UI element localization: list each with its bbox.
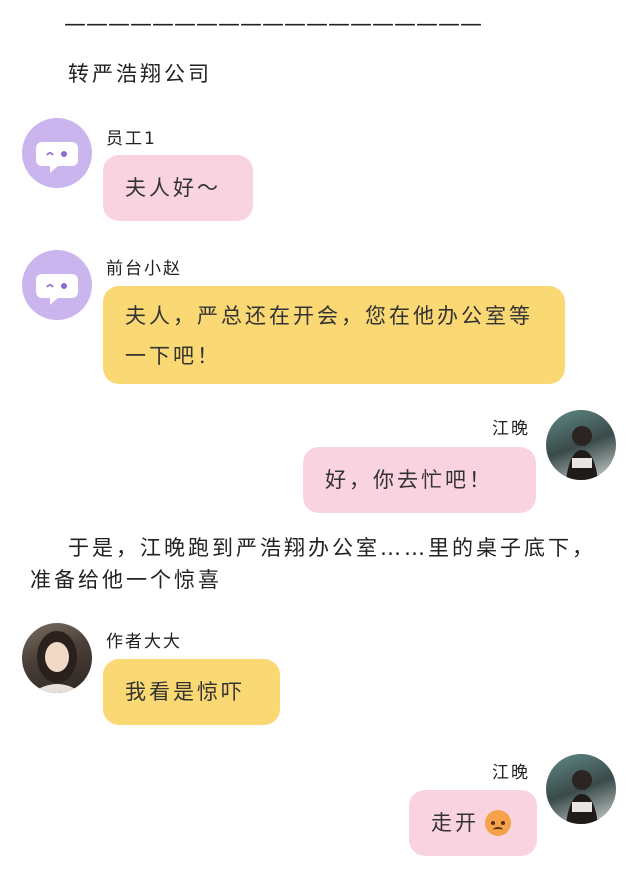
avatar[interactable] xyxy=(546,410,616,480)
message-bubble[interactable]: 夫人，严总还在开会，您在他办公室等一下吧！ xyxy=(103,286,565,384)
message-text: 夫人好～ xyxy=(125,176,221,200)
message-bubble[interactable]: 我看是惊吓 xyxy=(103,659,280,725)
sender-name: 作者大大 xyxy=(106,632,182,652)
chat-bubble-icon xyxy=(36,274,78,305)
user-photo-icon xyxy=(32,631,82,693)
sender-name: 前台小赵 xyxy=(106,259,182,279)
avatar[interactable] xyxy=(22,623,92,693)
message-text: 好，你去忙吧！ xyxy=(325,468,493,492)
user-photo-icon xyxy=(566,426,598,480)
sender-name: 江晚 xyxy=(492,419,530,439)
sender-name: 员工1 xyxy=(106,129,157,149)
message-bubble[interactable]: 走开 xyxy=(409,790,537,856)
page-title: 转严浩翔公司 xyxy=(68,62,212,86)
message-bubble[interactable]: 夫人好～ xyxy=(103,155,253,221)
narration-text: 于是，江晚跑到严浩翔办公室……里的桌子底下，准备给他一个惊喜 xyxy=(30,536,596,592)
chat-bubble-icon xyxy=(36,142,78,173)
avatar[interactable] xyxy=(22,250,92,320)
angry-face-icon xyxy=(485,810,511,836)
message-text: 走开 xyxy=(431,811,479,835)
message-text: 我看是惊吓 xyxy=(125,680,245,704)
avatar[interactable] xyxy=(546,754,616,824)
message-bubble[interactable]: 好，你去忙吧！ xyxy=(303,447,536,513)
message-text: 夫人，严总还在开会，您在他办公室等一下吧！ xyxy=(125,304,533,368)
divider-line: ——————————————————— xyxy=(64,12,482,37)
sender-name: 江晚 xyxy=(492,763,530,783)
avatar[interactable] xyxy=(22,118,92,188)
user-photo-icon xyxy=(566,770,598,824)
